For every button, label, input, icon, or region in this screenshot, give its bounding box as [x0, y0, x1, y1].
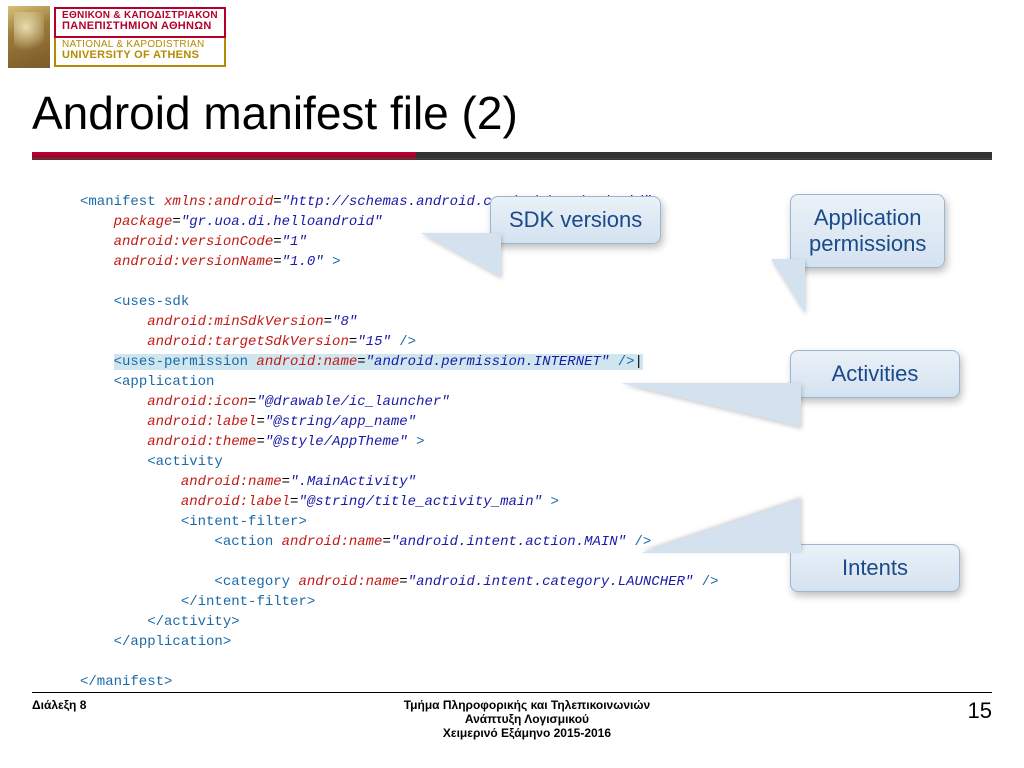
code-token: android:label [181, 494, 290, 510]
callout-sdk-versions: SDK versions [490, 196, 661, 244]
callout-activities: Activities [790, 350, 960, 398]
code-token: <action [214, 534, 273, 550]
logo-en-line2: UNIVERSITY OF ATHENS [62, 50, 218, 61]
code-token: android:name [248, 354, 357, 370]
title-underline [32, 152, 992, 160]
code-token: "1.0" [282, 254, 324, 270]
code-token: <uses-sdk [114, 294, 190, 310]
logo-gr-line2: ΠΑΝΕΠΙΣΤΗΜΙΟΝ ΑΘΗΝΩΝ [62, 21, 218, 32]
code-token: ".MainActivity" [290, 474, 416, 490]
code-token: android:name [181, 474, 282, 490]
callout-label: Application [809, 205, 926, 231]
code-token: "android.intent.action.MAIN" [391, 534, 626, 550]
code-token: "1" [282, 234, 307, 250]
code-token: "15" [357, 334, 391, 350]
code-token: <application [114, 374, 215, 390]
footer-rule [32, 692, 992, 693]
code-token: "android.permission.INTERNET" [366, 354, 610, 370]
slide-title: Android manifest file (2) [32, 86, 518, 140]
code-token: > [408, 434, 425, 450]
callout-tail-icon [771, 259, 805, 313]
code-token: </activity> [147, 614, 239, 630]
code-token: xmlns:android [156, 194, 274, 210]
code-token: </intent-filter> [181, 594, 315, 610]
footer-term: Χειμερινό Εξάμηνο 2015-2016 [86, 726, 967, 740]
code-token: /> [609, 354, 643, 370]
callout-tail-icon [621, 383, 801, 427]
callout-application-permissions: Application permissions [790, 194, 945, 268]
callout-tail-icon [421, 233, 501, 277]
code-token: > [542, 494, 559, 510]
code-token: <activity [147, 454, 223, 470]
code-token: "@drawable/ic_launcher" [256, 394, 449, 410]
code-token: "@style/AppTheme" [265, 434, 408, 450]
callout-label: Intents [842, 555, 908, 580]
code-token: android:icon [147, 394, 248, 410]
code-token: "8" [332, 314, 357, 330]
code-token: package [114, 214, 173, 230]
code-token: <uses-permission [114, 354, 248, 370]
slide-footer: Διάλεξη 8 Τμήμα Πληροφορικής και Τηλεπικ… [32, 698, 992, 740]
logo-text: ΕΘΝΙΚΟΝ & ΚΑΠΟΔΙΣΤΡΙΑΚΟΝ ΠΑΝΕΠΙΣΤΗΜΙΟΝ Α… [54, 7, 226, 67]
code-token: > [324, 254, 341, 270]
code-token: "gr.uoa.di.helloandroid" [181, 214, 383, 230]
code-token: /> [391, 334, 416, 350]
callout-tail-icon [641, 499, 801, 553]
footer-course: Ανάπτυξη Λογισμικού [86, 712, 967, 726]
university-logo: ΕΘΝΙΚΟΝ & ΚΑΠΟΔΙΣΤΡΙΑΚΟΝ ΠΑΝΕΠΙΣΤΗΜΙΟΝ Α… [8, 6, 226, 68]
code-token: <category [214, 574, 290, 590]
code-token: </application> [114, 634, 232, 650]
athena-icon [8, 6, 50, 68]
callout-intents: Intents [790, 544, 960, 592]
code-token: <manifest [80, 194, 156, 210]
code-token: android:label [147, 414, 256, 430]
slide-number: 15 [968, 698, 992, 724]
code-token: "@string/title_activity_main" [298, 494, 542, 510]
code-token: "android.intent.category.LAUNCHER" [408, 574, 694, 590]
code-token: android:versionName [114, 254, 274, 270]
footer-dept: Τμήμα Πληροφορικής και Τηλεπικοινωνιών [86, 698, 967, 712]
code-token: android:name [290, 574, 399, 590]
code-token: android:targetSdkVersion [147, 334, 349, 350]
code-token: android:name [273, 534, 382, 550]
code-token: /> [693, 574, 718, 590]
callout-label: SDK versions [509, 207, 642, 232]
footer-lecture: Διάλεξη 8 [32, 698, 86, 712]
code-token: <intent-filter> [181, 514, 307, 530]
callout-label: Activities [832, 361, 919, 386]
code-token: android:minSdkVersion [147, 314, 323, 330]
code-token: "@string/app_name" [265, 414, 416, 430]
code-token: android:theme [147, 434, 256, 450]
code-token: android:versionCode [114, 234, 274, 250]
code-token: </manifest> [80, 674, 172, 690]
callout-label: permissions [809, 231, 926, 257]
